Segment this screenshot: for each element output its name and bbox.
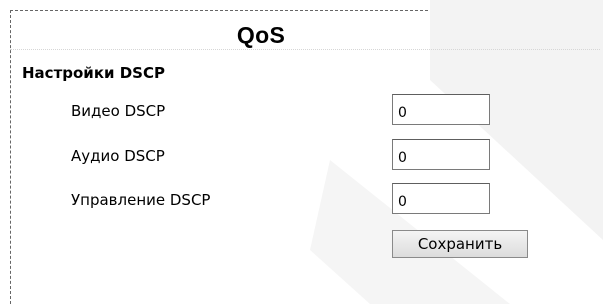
save-button[interactable]: Сохранить — [392, 230, 528, 258]
video-dscp-label: Видео DSCP — [71, 102, 166, 120]
page-title: QoS — [236, 22, 286, 48]
title-divider — [10, 49, 600, 50]
control-dscp-label: Управление DSCP — [71, 191, 211, 209]
control-dscp-input[interactable] — [392, 183, 490, 214]
audio-dscp-input[interactable] — [392, 139, 490, 170]
video-dscp-input[interactable] — [392, 94, 490, 125]
audio-dscp-label: Аудио DSCP — [71, 147, 165, 165]
dscp-section-heading: Настройки DSCP — [22, 64, 165, 82]
